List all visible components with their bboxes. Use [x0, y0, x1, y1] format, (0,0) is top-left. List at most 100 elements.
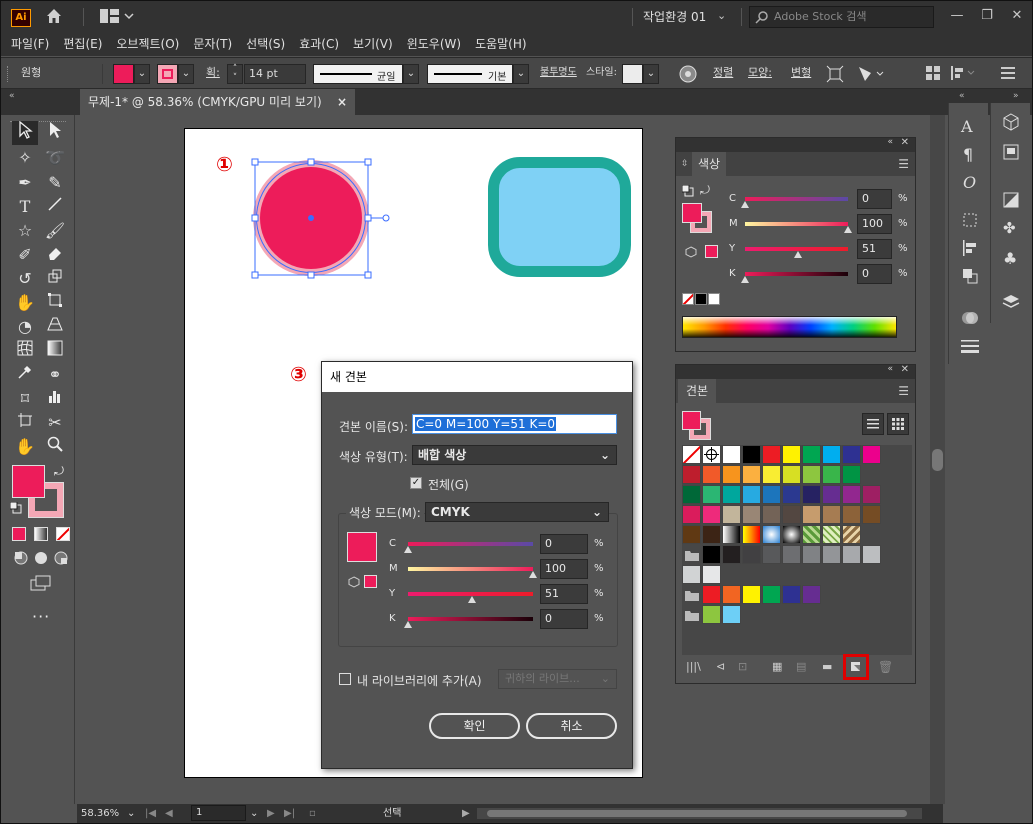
- color-panel-tab[interactable]: 색상: [692, 152, 727, 176]
- swatch-item[interactable]: [822, 445, 841, 464]
- status-menu-arrow-icon[interactable]: ▶: [462, 804, 470, 823]
- draw-mode-buttons[interactable]: [12, 549, 70, 567]
- transform-panel-icon[interactable]: [961, 211, 979, 232]
- show-swatch-kinds-icon[interactable]: ⊲: [716, 660, 725, 673]
- arrange-documents-icon[interactable]: [100, 8, 134, 28]
- curvature-icon[interactable]: ✎: [42, 171, 68, 195]
- swap-colors-icon[interactable]: ⤾: [700, 183, 710, 198]
- first-page-icon[interactable]: |◀: [145, 804, 156, 823]
- opacity-label[interactable]: 불투명도: [540, 58, 577, 88]
- swatch-item[interactable]: [762, 445, 781, 464]
- column-graph-icon[interactable]: [42, 387, 68, 411]
- out-of-gamut-icon[interactable]: [685, 246, 697, 261]
- eyedropper-icon[interactable]: [12, 363, 38, 387]
- swatch-item[interactable]: [862, 545, 881, 564]
- swatch-item[interactable]: [822, 505, 841, 524]
- close-window-button[interactable]: ✕: [1006, 5, 1028, 27]
- isolate-object-icon[interactable]: [826, 65, 844, 87]
- transform-label[interactable]: 변형: [791, 58, 811, 88]
- library-select[interactable]: 귀하의 라이브... ⌄: [498, 669, 617, 689]
- paragraph-panel-icon[interactable]: ¶: [963, 145, 973, 164]
- align-panel-icon[interactable]: [961, 239, 979, 260]
- character-panel-icon[interactable]: A: [961, 117, 973, 136]
- swatch-item[interactable]: [722, 545, 741, 564]
- pen-icon[interactable]: ✒: [12, 171, 38, 195]
- close-tab-button[interactable]: ×: [337, 89, 347, 115]
- close-panel-icon[interactable]: ✕: [901, 137, 909, 148]
- swatch-item[interactable]: [802, 465, 821, 484]
- swatch-item[interactable]: [702, 465, 721, 484]
- paintbrush-icon[interactable]: 🖌: [42, 219, 68, 243]
- graphic-style-swatch[interactable]: [622, 64, 643, 84]
- white-swatch[interactable]: [708, 293, 720, 305]
- align-objects-icon[interactable]: [926, 66, 940, 83]
- selected-circle[interactable]: [245, 155, 393, 285]
- stroke-stepper[interactable]: ˄ ˅: [227, 64, 243, 84]
- stroke-label[interactable]: 획:: [206, 58, 220, 88]
- scale-icon[interactable]: [42, 267, 68, 291]
- swatch-item[interactable]: [842, 445, 861, 464]
- hand-icon[interactable]: ✋: [12, 435, 38, 459]
- swatch-item[interactable]: [842, 485, 861, 504]
- stroke-color-swatch[interactable]: [157, 64, 178, 84]
- menu-file[interactable]: 파일(F): [11, 32, 49, 56]
- swatch-item[interactable]: [682, 505, 701, 524]
- collapse-panel-icon[interactable]: «: [959, 91, 965, 101]
- chevron-down-icon[interactable]: ⌄: [717, 9, 726, 22]
- swatch-item[interactable]: [702, 565, 721, 584]
- color-spectrum[interactable]: [682, 316, 897, 338]
- selection-tool[interactable]: [12, 120, 38, 145]
- brushes-panel-icon[interactable]: ✤: [1003, 219, 1016, 237]
- gradient-swatch[interactable]: [742, 525, 761, 544]
- direct-selection-tool[interactable]: [42, 121, 68, 145]
- screen-mode-icon[interactable]: [30, 575, 52, 594]
- image-trace-icon[interactable]: [1002, 143, 1020, 164]
- stock-search-input[interactable]: Adobe Stock 검색: [749, 6, 934, 28]
- swatch-item[interactable]: [702, 585, 721, 604]
- swatch-item[interactable]: [682, 565, 701, 584]
- menu-object[interactable]: 오브젝트(O): [116, 32, 179, 56]
- graphic-styles-icon[interactable]: [1002, 191, 1020, 212]
- swatch-item[interactable]: [742, 545, 761, 564]
- shape-label[interactable]: 모양:: [748, 58, 772, 88]
- next-page-icon[interactable]: ▶: [267, 804, 275, 823]
- panel-y-thumb[interactable]: [793, 251, 802, 258]
- gradient-swatch[interactable]: [722, 525, 741, 544]
- star-icon[interactable]: ☆: [12, 219, 38, 243]
- chevron-down-icon[interactable]: ⌄: [513, 64, 529, 84]
- page-number-input[interactable]: 1: [191, 805, 246, 821]
- pathfinder-panel-icon[interactable]: [961, 267, 979, 288]
- swatch-item[interactable]: [702, 485, 721, 504]
- swatch-item[interactable]: [762, 485, 781, 504]
- chevron-down-icon[interactable]: ⌄: [403, 64, 419, 84]
- gradient-mode-button[interactable]: [34, 527, 48, 541]
- menu-select[interactable]: 선택(S): [246, 32, 285, 56]
- dialog-m-slider[interactable]: [408, 567, 533, 571]
- opentype-panel-icon[interactable]: O: [963, 173, 976, 192]
- swatch-item[interactable]: [782, 505, 801, 524]
- swatch-item[interactable]: [842, 465, 861, 484]
- new-folder-icon[interactable]: ▬: [822, 660, 832, 673]
- panel-c-value[interactable]: 0: [857, 189, 892, 209]
- artboard-icon[interactable]: [12, 411, 38, 435]
- swatch-item[interactable]: [822, 545, 841, 564]
- swatch-item[interactable]: [782, 445, 801, 464]
- fill-color-swatch[interactable]: [113, 64, 134, 84]
- swatch-item[interactable]: [742, 445, 761, 464]
- chevron-down-icon[interactable]: ⌄: [127, 804, 135, 823]
- swatch-item[interactable]: [822, 485, 841, 504]
- swatch-item[interactable]: [762, 465, 781, 484]
- panel-c-thumb[interactable]: [741, 201, 749, 208]
- vertical-scrollbar[interactable]: [930, 115, 945, 804]
- zoom-level[interactable]: 58.36%: [81, 804, 125, 821]
- transparency-panel-icon[interactable]: [961, 309, 979, 330]
- ok-button[interactable]: 확인: [429, 713, 520, 739]
- perspective-grid-icon[interactable]: [42, 315, 68, 339]
- edit-toolbar-icon[interactable]: ···: [32, 607, 50, 626]
- eraser-icon[interactable]: [42, 243, 68, 267]
- symbols-panel-icon[interactable]: ♣: [1003, 249, 1017, 268]
- swatch-item[interactable]: [782, 585, 801, 604]
- minimize-button[interactable]: —: [946, 5, 968, 27]
- document-tab[interactable]: 무제-1* @ 58.36% (CMYK/GPU 미리 보기) ×: [80, 89, 355, 115]
- dialog-k-value[interactable]: 0: [540, 609, 588, 629]
